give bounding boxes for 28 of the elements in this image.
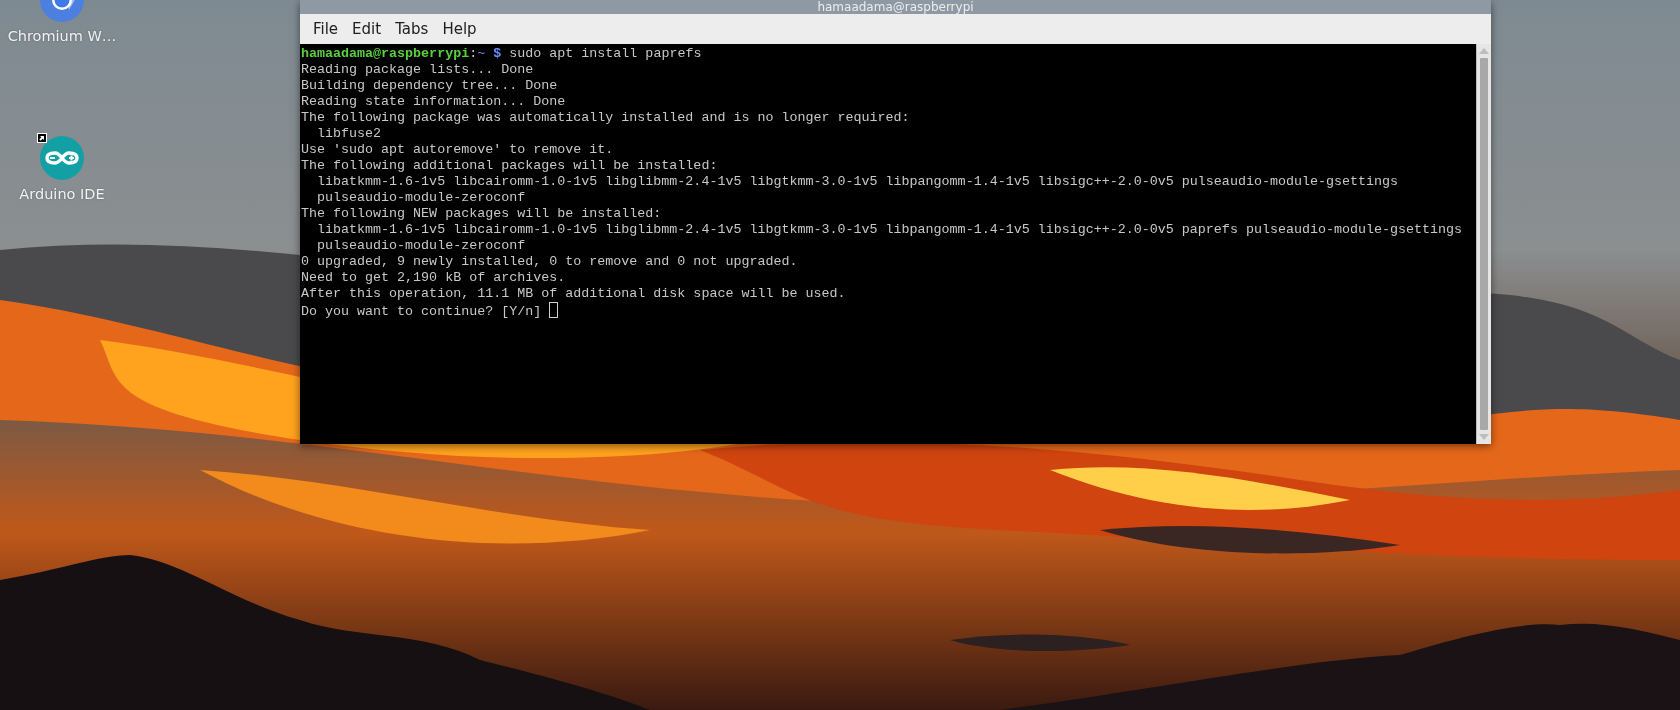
terminal-line: Do you want to continue? [Y/n]	[301, 304, 542, 320]
icon-label: Chromium W…	[7, 28, 117, 44]
menu-item[interactable]: File	[306, 18, 346, 40]
terminal-line: hamaadama@raspberrypi:~ $ sudo apt install paprefs	[301, 46, 702, 62]
terminal-line: The following NEW packages will be installed:	[301, 206, 662, 222]
scrollbar[interactable]	[1476, 44, 1491, 444]
menu-item[interactable]: Edit	[345, 18, 389, 40]
terminal-line: Building dependency tree... Done	[301, 78, 558, 94]
icon-label: Arduino IDE	[19, 186, 105, 202]
terminal-line: Use 'sudo apt autoremove' to remove it.	[301, 142, 614, 158]
window-title: hamaadama@raspberrypi	[817, 1, 974, 14]
terminal-line: After this operation, 11.1 MB of additional disk space will be used.	[301, 286, 846, 302]
menu-item[interactable]: Help	[435, 18, 484, 40]
menu-item[interactable]: Tabs	[388, 18, 436, 40]
terminal-line: Reading state information... Done	[301, 94, 566, 110]
terminal-line: pulseaudio-module-zeroconf	[316, 190, 526, 206]
terminal-line: Reading package lists... Done	[301, 62, 534, 78]
infinity-logo-icon[interactable]	[39, 135, 85, 181]
terminal-line: libatkmm-1.6-1v5 libcairomm-1.0-1v5 libglibmm-2.4-1v5 libgtkmm-3.0-1v5 libpangomm-1.4-1v5 libsigc++-2.0-0v5 paprefs pulseaudio-module-gsettings	[316, 222, 1463, 238]
scrollbar-thumb[interactable]	[1480, 58, 1488, 430]
terminal-line: The following additional packages will be installed:	[301, 158, 718, 174]
scroll-up-icon[interactable]	[1479, 47, 1489, 55]
terminal-line: 0 upgraded, 9 newly installed, 0 to remove and 0 not upgraded.	[301, 254, 798, 270]
terminal-line: pulseaudio-module-zeroconf	[316, 238, 526, 254]
terminal-line: libfuse2	[316, 126, 382, 142]
terminal-line: Need to get 2,190 kB of archives.	[301, 270, 566, 286]
terminal-line: libatkmm-1.6-1v5 libcairomm-1.0-1v5 libglibmm-2.4-1v5 libgtkmm-3.0-1v5 libpangomm-1.4-1v5 libsigc++-2.0-0v5 pulseaudio-module-gsettings	[316, 174, 1399, 190]
terminal-line: The following package was automatically installed and is no longer required:	[301, 110, 910, 126]
